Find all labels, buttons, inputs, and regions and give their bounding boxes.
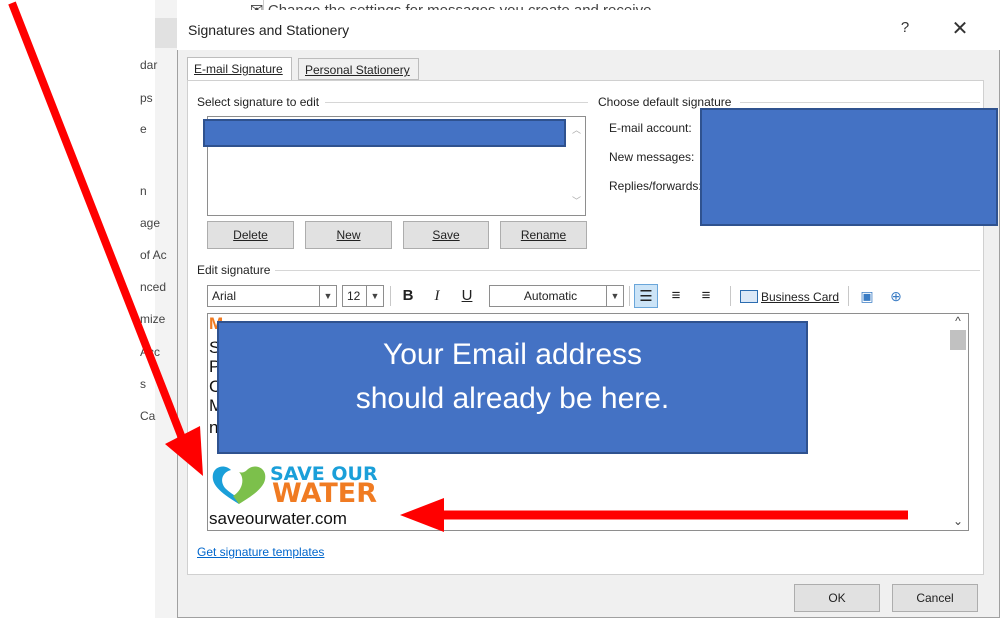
annotation-arrows bbox=[8, 1, 908, 532]
horizontal-arrow-head bbox=[400, 498, 444, 532]
diagonal-arrow-shaft bbox=[8, 1, 186, 440]
